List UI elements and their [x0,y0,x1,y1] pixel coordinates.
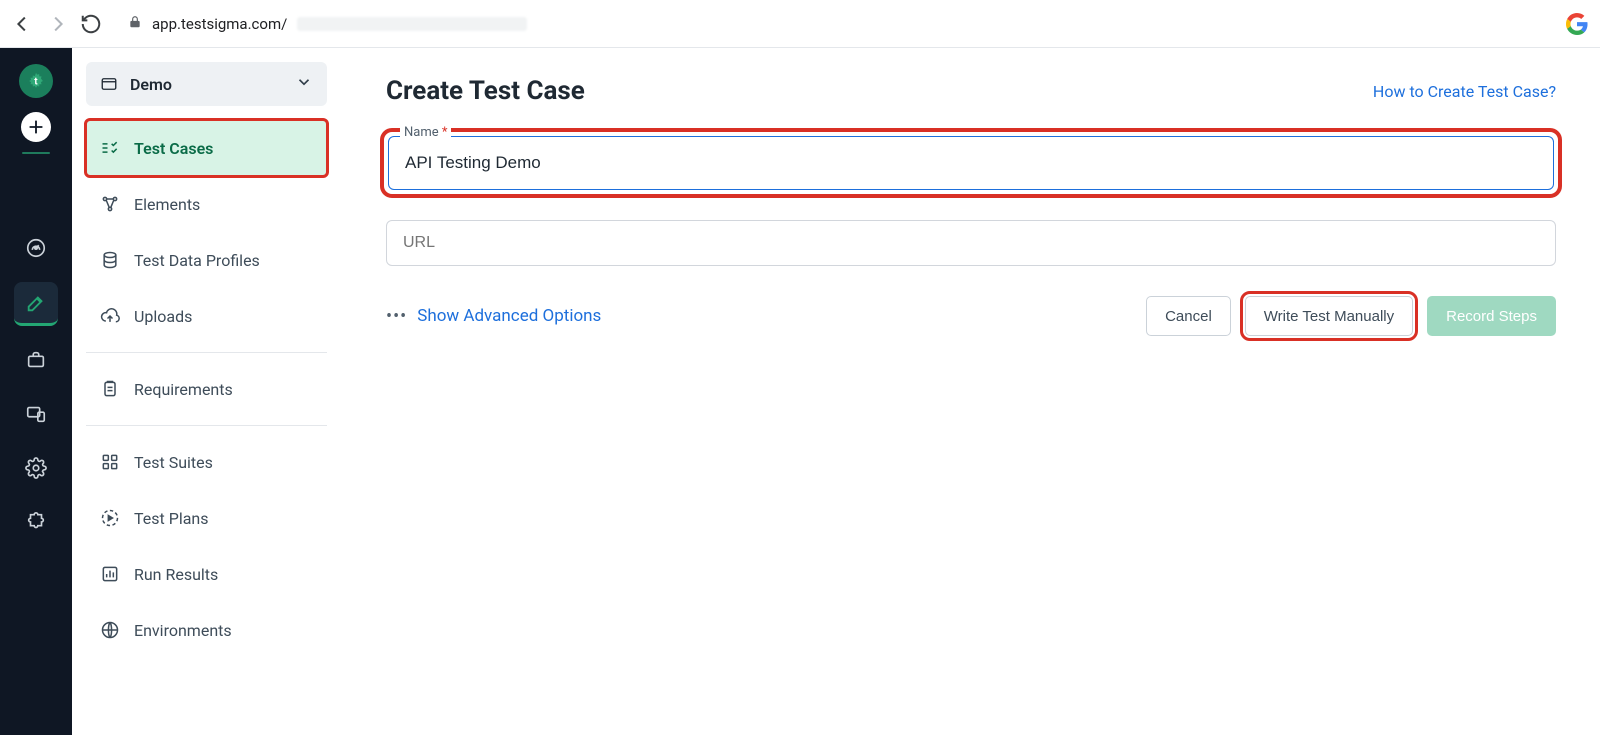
sidebar-item-label: Test Suites [134,453,213,472]
sidebar-item-label: Test Cases [134,139,213,158]
url-host: app.testsigma.com/ [152,15,287,33]
sidebar-item-run-results[interactable]: Run Results [86,546,327,602]
write-test-manually-button[interactable]: Write Test Manually [1245,296,1413,336]
more-icon: ••• [386,306,407,327]
main-header: Create Test Case How to Create Test Case… [386,76,1556,106]
sidebar-divider [86,425,327,426]
gear-icon[interactable] [16,448,56,488]
page-title: Create Test Case [386,76,585,106]
sidebar: Demo Test Cases Elements Test Data Profi… [72,48,342,735]
devices-icon[interactable] [16,394,56,434]
required-mark: * [442,125,448,140]
cancel-button[interactable]: Cancel [1146,296,1231,336]
sidebar-item-uploads[interactable]: Uploads [86,288,327,344]
play-circle-dashed-icon [100,508,120,528]
sidebar-item-label: Test Plans [134,509,209,528]
database-icon [100,250,120,270]
cloud-upload-icon [100,306,120,326]
sidebar-divider [86,352,327,353]
sidebar-item-test-suites[interactable]: Test Suites [86,434,327,490]
name-label-text: Name [404,125,439,140]
back-icon[interactable] [12,13,34,35]
address-bar[interactable]: app.testsigma.com/ [114,7,1546,41]
browser-chrome: app.testsigma.com/ [0,0,1600,48]
dashboard-icon[interactable] [16,228,56,268]
brand-logo-icon[interactable]: t [19,64,53,98]
grid-icon [100,452,120,472]
url-input[interactable] [386,220,1556,266]
reload-icon[interactable] [80,13,102,35]
sidebar-item-test-plans[interactable]: Test Plans [86,490,327,546]
name-label: Name * [400,125,451,140]
name-input[interactable] [388,136,1554,190]
sidebar-item-label: Requirements [134,380,233,399]
svg-text:t: t [34,77,38,88]
sidebar-item-label: Uploads [134,307,192,326]
nav-rail: t [0,48,72,735]
name-field-wrap: Name * [386,134,1556,192]
help-link[interactable]: How to Create Test Case? [1373,82,1556,101]
edit-icon[interactable] [14,282,58,326]
nodes-icon [100,194,120,214]
advanced-options-toggle[interactable]: ••• Show Advanced Options [386,306,601,327]
sidebar-item-test-cases[interactable]: Test Cases [86,120,327,176]
google-icon[interactable] [1566,13,1588,35]
sidebar-item-label: Test Data Profiles [134,251,260,270]
record-steps-button[interactable]: Record Steps [1427,296,1556,336]
project-selector[interactable]: Demo [86,62,327,106]
sidebar-item-test-data-profiles[interactable]: Test Data Profiles [86,232,327,288]
sidebar-nav: Test Cases Elements Test Data Profiles U… [86,116,327,658]
lock-icon [128,15,142,33]
app-root: t Demo [0,48,1600,735]
actions-row: ••• Show Advanced Options Cancel Write T… [386,296,1556,336]
checklist-icon [100,138,120,158]
sidebar-item-label: Environments [134,621,232,640]
window-icon [100,75,118,93]
sidebar-item-requirements[interactable]: Requirements [86,361,327,417]
clipboard-icon [100,379,120,399]
sidebar-item-label: Run Results [134,565,218,584]
briefcase-icon[interactable] [16,340,56,380]
chevron-down-icon [295,73,313,95]
url-blur [297,17,527,31]
sidebar-item-label: Elements [134,195,200,214]
main-content: Create Test Case How to Create Test Case… [342,48,1600,735]
advanced-options-label: Show Advanced Options [417,306,601,326]
sidebar-item-environments[interactable]: Environments [86,602,327,658]
bar-chart-icon [100,564,120,584]
sidebar-item-elements[interactable]: Elements [86,176,327,232]
puzzle-icon[interactable] [16,502,56,542]
project-name: Demo [130,75,172,94]
forward-icon[interactable] [46,13,68,35]
rail-separator [22,152,50,154]
globe-icon [100,620,120,640]
add-button[interactable] [21,112,51,142]
